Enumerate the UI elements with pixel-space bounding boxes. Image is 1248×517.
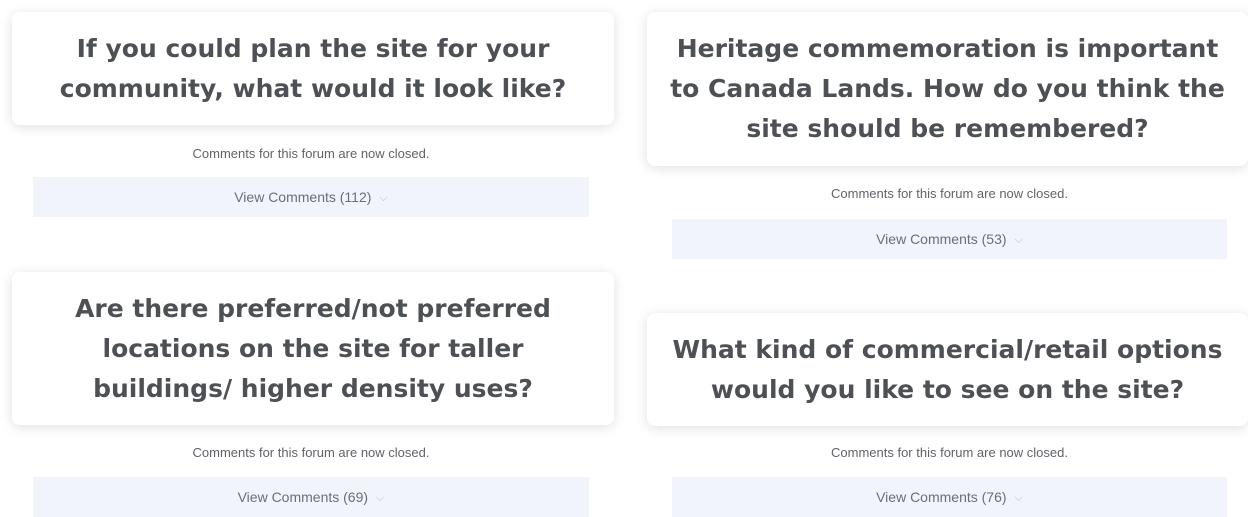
forum-card-heritage: Heritage commemoration is important to C… <box>647 12 1248 166</box>
comments-closed-note: Comments for this forum are now closed. <box>192 146 430 161</box>
view-comments-label: View Comments (69) <box>237 489 369 505</box>
comments-closed-note: Comments for this forum are now closed. <box>831 186 1068 201</box>
forum-card-taller-buildings: Are there preferred/not preferred locati… <box>12 272 614 425</box>
chevron-down-icon: ⌵ <box>1014 233 1023 246</box>
view-comments-button[interactable]: View Comments (76) ⌵ <box>672 477 1227 517</box>
forum-card-commercial-retail: What kind of commercial/retail options w… <box>647 313 1248 426</box>
chevron-down-icon: ⌵ <box>379 191 388 204</box>
view-comments-label: View Comments (53) <box>876 231 1007 247</box>
view-comments-label: View Comments (112) <box>234 189 372 205</box>
forum-title: If you could plan the site for your comm… <box>59 33 567 103</box>
chevron-down-icon: ⌵ <box>1014 491 1023 504</box>
view-comments-label: View Comments (76) <box>876 489 1007 505</box>
comments-closed-note: Comments for this forum are now closed. <box>192 445 430 460</box>
forum-card-community-plan: If you could plan the site for your comm… <box>12 12 614 125</box>
forum-title: What kind of commercial/retail options w… <box>672 334 1223 404</box>
comments-closed-note: Comments for this forum are now closed. <box>831 445 1068 460</box>
view-comments-button[interactable]: View Comments (112) ⌵ <box>33 177 589 217</box>
chevron-down-icon: ⌵ <box>376 491 385 504</box>
view-comments-button[interactable]: View Comments (53) ⌵ <box>672 219 1227 259</box>
forum-title: Are there preferred/not preferred locati… <box>75 293 551 403</box>
forum-title: Heritage commemoration is important to C… <box>670 34 1225 143</box>
view-comments-button[interactable]: View Comments (69) ⌵ <box>33 477 589 517</box>
